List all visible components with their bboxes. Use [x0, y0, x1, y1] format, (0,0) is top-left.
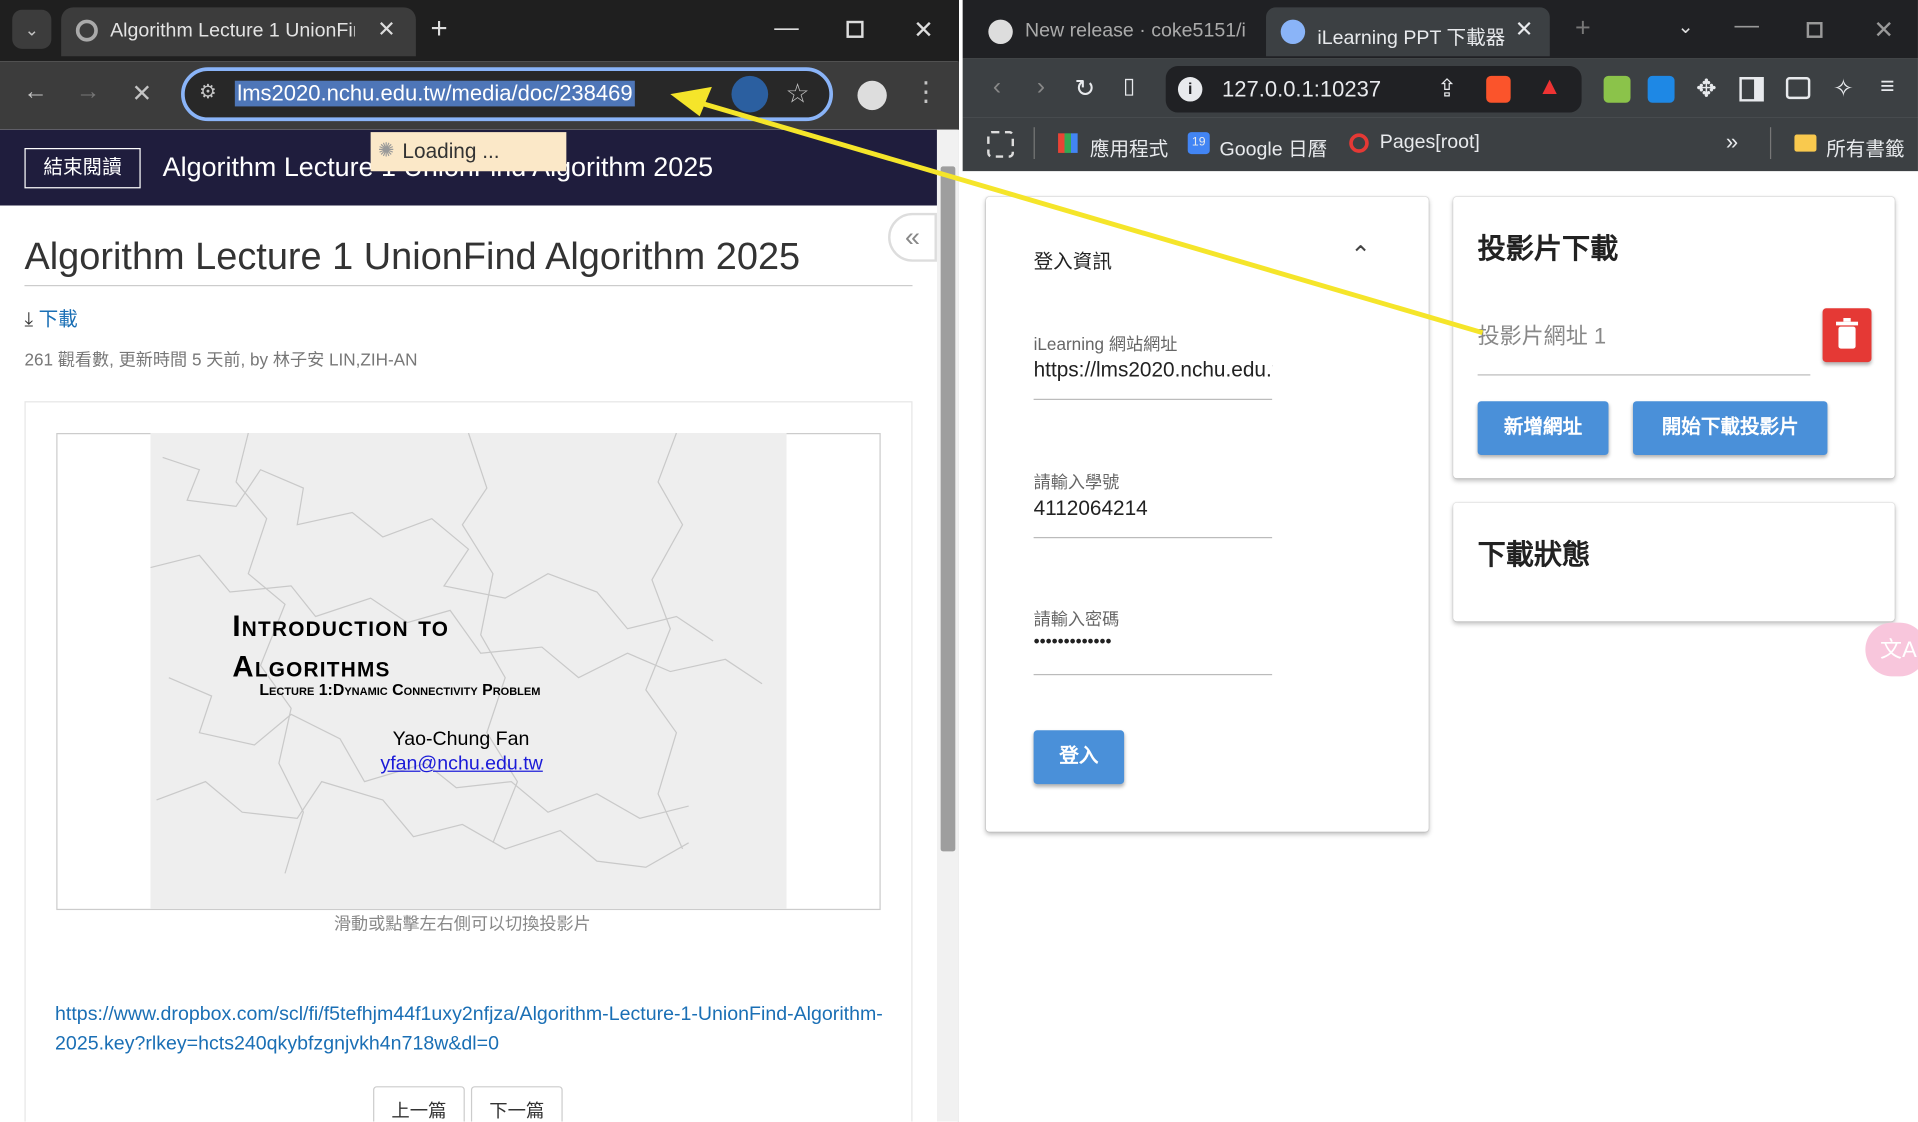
annotation-arrow — [670, 86, 1484, 336]
